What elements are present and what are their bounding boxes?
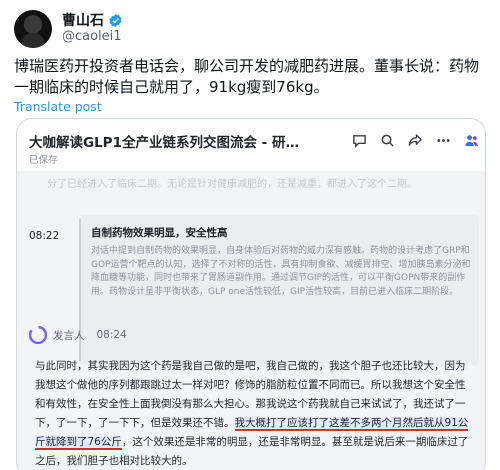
attached-screenshot[interactable]: 大咖解读GLP1全产业链系列交图流会 - 研… 已保存 分了已经进入了临床二期。… [16,118,486,470]
speaker-avatar-icon [29,326,47,344]
highlighted-weight-claim-2: 就降到了76公斤 [45,436,122,450]
share-icon [408,134,422,146]
speaker-timestamp: 08:24 [96,329,127,341]
tweet-text: 博瑞医药开投资者电话会，聊公司开发的减肥药进展。董事长说：药物一期临床的时候自己… [14,57,480,96]
speaker-name: 发言人 [53,329,85,342]
author-name-row: 曹山石 [62,10,123,30]
search-icon [381,134,394,147]
display-name[interactable]: 曹山石 [62,10,104,30]
transcript-paragraph: 与此同时，其实我因为这个药是我自己做的是吧，我自己做的，我这个胆子也还比较大，因… [35,357,475,470]
saved-status: 已保存 [29,155,58,166]
header-toolbar [352,133,479,148]
chat-icon [353,135,366,148]
faded-previous-text: 分了已经进入了临床二期。无论是针对健康减肥的，还是减重，都进入了这个二期。 [47,179,417,190]
summary-section: 自制药物效果明显，安全性高 对话中提到自制药物的效果明显，自身体验后对药物的威力… [79,215,479,365]
document-title: 大咖解读GLP1全产业链系列交图流会 - 研… [29,135,299,151]
user-handle[interactable]: @caolei1 [62,29,122,44]
section-timestamp: 08:22 [29,230,60,242]
app-header: 大咖解读GLP1全产业链系列交图流会 - 研… 已保存 [17,119,485,171]
verified-badge-icon [109,13,122,27]
speaker-row: 发言人 08:24 [29,326,127,344]
members-icon [465,135,478,147]
profile-avatar[interactable] [14,10,52,48]
section-title: 自制药物效果明显，安全性高 [91,227,228,239]
more-icon [437,139,450,142]
translate-post-link[interactable]: Translate post [14,99,102,114]
section-body: 对话中提到自制药物的效果明显，自身体验后对药物的威力深有感触。药物的设计考虑了G… [91,246,471,297]
